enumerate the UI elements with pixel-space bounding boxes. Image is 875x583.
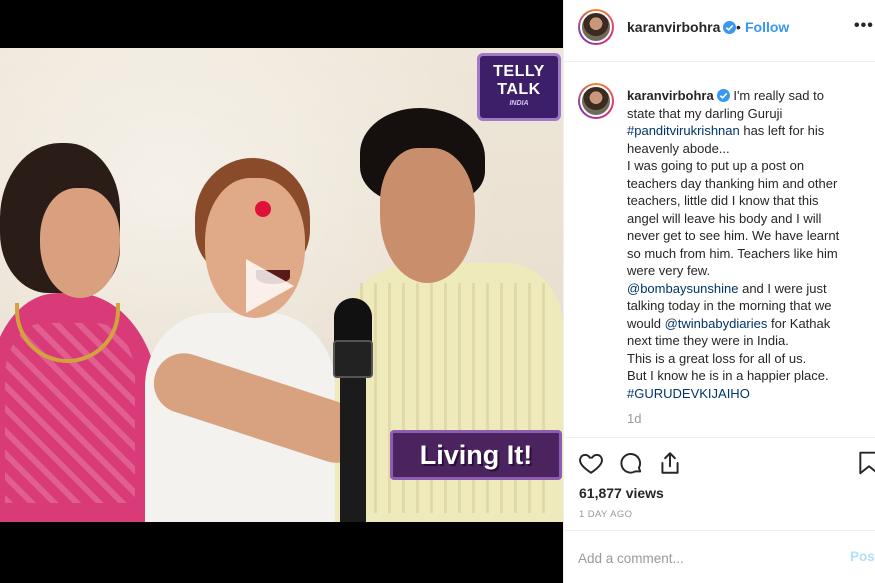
caption-section: karanvirbohra I'm really sad to state th…	[564, 77, 875, 437]
logo-line-3: INDIA	[509, 100, 529, 107]
caption-line: teachers day thanking him and other	[627, 175, 838, 191]
caption-line: @bombaysunshine and I were just	[627, 280, 865, 298]
hashtag-link[interactable]: #GURUDEVKIJAIHO	[627, 386, 750, 401]
post-header: karanvirbohra • Follow •••	[564, 0, 875, 62]
man-right-face	[380, 148, 475, 283]
post-actions: 61,877 views 1 DAY AGO	[564, 437, 875, 537]
caption-line: state that my darling Guruji	[627, 105, 783, 121]
avatar-image	[580, 11, 612, 43]
comment-bubble-icon[interactable]	[618, 450, 644, 476]
mention-link[interactable]: @twinbabydiaries	[665, 316, 768, 331]
caption-line: never get to see him. We have learnt	[627, 228, 840, 243]
play-icon[interactable]	[236, 255, 298, 317]
caption-line: teachers, little did I know that this	[627, 193, 819, 208]
comment-input[interactable]	[578, 548, 833, 568]
hashtag-link[interactable]: #panditvirukrishnan	[627, 123, 740, 138]
header-username-text[interactable]: karanvirbohra	[627, 19, 720, 35]
caption-line: karanvirbohra I'm really sad to	[627, 87, 865, 105]
mention-link[interactable]: @bombaysunshine	[627, 281, 738, 296]
follow-button[interactable]: Follow	[745, 19, 789, 35]
post-caption: karanvirbohra I'm really sad to state th…	[627, 87, 865, 402]
caption-line: talking today in the morning that we	[627, 298, 832, 313]
logo-line-2: TALK	[497, 81, 541, 98]
caption-line: But I know he is in a happier place.	[627, 368, 829, 383]
verified-badge-icon	[716, 89, 730, 102]
woman-left-face	[40, 188, 120, 298]
comment-bar: Post	[564, 530, 875, 583]
guru-bindi	[255, 201, 271, 217]
view-count[interactable]: 61,877 views	[579, 485, 664, 501]
caption-line: I was going to put up a post on	[627, 158, 805, 173]
living-it-lower-third: Living It!	[390, 430, 562, 480]
share-icon[interactable]	[657, 450, 683, 476]
avatar[interactable]	[578, 9, 614, 45]
post-date: 1 DAY AGO	[579, 509, 633, 520]
telly-talk-logo: TELLY TALK INDIA	[477, 53, 561, 121]
header-separator: •	[736, 19, 741, 35]
caption-line: #panditvirukrishnan has left for his	[627, 122, 865, 140]
caption-line: would @twinbabydiaries for Kathak	[627, 315, 865, 333]
caption-line: were very few.	[627, 263, 711, 278]
caption-text: I'm really sad to	[733, 88, 824, 103]
caption-time[interactable]: 1d	[627, 411, 641, 426]
caption-line: This is a great loss for all of us.	[627, 350, 807, 366]
verified-badge-icon	[723, 21, 737, 34]
caption-text: has left for his	[739, 123, 825, 138]
bookmark-icon[interactable]	[856, 450, 875, 476]
logo-line-1: TELLY	[493, 63, 545, 80]
heart-icon[interactable]	[578, 450, 604, 476]
caption-avatar[interactable]	[578, 83, 614, 119]
post-details-panel: karanvirbohra • Follow ••• karanvirbohra…	[563, 0, 875, 583]
caption-text: would	[627, 315, 665, 331]
caption-username[interactable]: karanvirbohra	[627, 88, 714, 103]
caption-text: for Kathak	[767, 315, 831, 331]
caption-line: angel will leave his body and I will	[627, 210, 822, 226]
caption-text: and I were just	[738, 280, 827, 296]
caption-line: so much from him. Teachers like him	[627, 245, 838, 261]
caption-avatar-image	[580, 85, 612, 117]
post-media[interactable]: TELLY TALK INDIA Living It!	[0, 0, 563, 583]
header-username[interactable]: karanvirbohra	[627, 19, 737, 35]
post-comment-button[interactable]: Post	[850, 549, 875, 564]
caption-line: heavenly abode...	[627, 140, 730, 156]
caption-line: next time they were in India.	[627, 333, 789, 348]
microphone-flag	[333, 340, 373, 378]
more-options-icon[interactable]: •••	[854, 17, 874, 35]
caption-line: #GURUDEVKIJAIHO	[627, 385, 865, 403]
